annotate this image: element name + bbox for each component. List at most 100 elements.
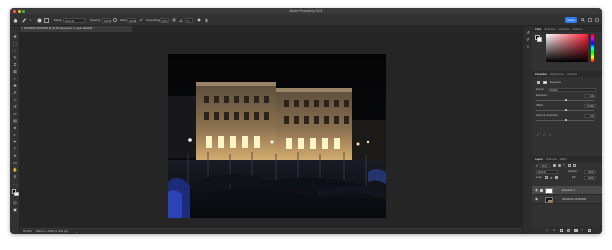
healing-brush-tool-icon[interactable]: ✚ [13,83,18,88]
layer-row-background[interactable]: ◉ 20140611-P1060300 [532,195,602,204]
rectangle-tool-icon[interactable]: ▭ [13,160,18,165]
tab-color[interactable]: Color [535,28,541,31]
angle-field[interactable]: 0° [185,17,193,23]
more-tools-icon[interactable]: … [13,181,18,186]
tab-layers[interactable]: Layers [535,158,543,161]
tab-swatches[interactable]: Swatches [544,28,555,31]
shape-filter-icon[interactable] [568,164,571,167]
layer-name[interactable]: 20140611-P1060300 [562,198,586,201]
tab-libraries[interactable]: Libraries [567,73,577,76]
tab-channels[interactable]: Channels [546,158,557,161]
symmetry-icon[interactable] [204,17,209,23]
background-color-chip[interactable] [537,37,542,42]
gamma-field[interactable]: 1.00 [584,113,596,118]
brush-icon[interactable] [21,17,27,23]
gradient-tool-icon[interactable]: ▤ [13,118,18,123]
quick-select-tool-icon[interactable]: ✎ [13,55,18,60]
brush-settings-panel-icon[interactable]: ✐ [526,37,531,42]
pressure-size-icon[interactable] [197,17,201,23]
brush-size-icon[interactable] [37,17,42,23]
color-picker-field[interactable] [546,34,588,62]
history-brush-tool-icon[interactable]: ↺ [13,104,18,109]
layer-mask-thumbnail[interactable] [545,187,553,194]
tab-properties[interactable]: Properties [535,73,547,76]
home-icon[interactable] [13,17,18,23]
tab-patterns[interactable]: Patterns [573,28,583,31]
layer-row-exposure[interactable]: ◉ Exposure 1 [532,186,602,195]
fx-icon[interactable]: fx [553,228,555,232]
brush-settings-icon[interactable] [44,17,49,23]
offset-slider[interactable] [536,109,594,112]
crop-tool-icon[interactable]: ⌗ [13,62,18,67]
clone-stamp-tool-icon[interactable]: ⊥ [13,97,18,102]
visibility-eye-icon[interactable]: ◉ [535,197,538,201]
tool-preset-dropdown[interactable]: ▾ [30,17,31,23]
delete-layer-icon[interactable] [588,228,591,232]
smoothing-field[interactable]: 10% [160,17,169,23]
screen-mode-icon[interactable]: ▣ [13,207,18,212]
new-adjustment-icon[interactable] [567,228,570,232]
quick-mask-icon[interactable]: ◎ [13,200,18,205]
lock-all-icon[interactable] [555,176,558,179]
eyedropper-white-icon[interactable]: ⁄ [550,132,551,137]
exposure-field[interactable]: 0.00 [584,93,596,98]
visibility-eye-icon[interactable]: ◉ [535,188,538,192]
hand-tool-icon[interactable]: ✋ [13,167,18,172]
dodge-tool-icon[interactable]: ◐ [13,132,18,137]
document-image[interactable] [168,54,386,218]
pen-tool-icon[interactable]: ✒ [13,139,18,144]
document-info[interactable]: 4592 px x 3448 px (240 ppi) [36,230,68,233]
eyedropper-tool-icon[interactable]: ⁄ [13,76,18,81]
airbrush-icon[interactable] [139,17,143,23]
zoom-tool-icon[interactable]: ⚲ [13,174,18,179]
pressure-opacity-icon[interactable] [113,17,117,23]
pixel-filter-icon[interactable] [553,164,556,167]
adjustment-layer-icon[interactable] [537,81,540,84]
type-tool-icon[interactable]: T [13,146,18,151]
learn-icon[interactable] [595,17,599,23]
tab-gradients[interactable]: Gradients [558,28,569,31]
search-icon[interactable] [581,17,585,23]
new-group-icon[interactable] [574,228,578,232]
opacity-field[interactable]: 100% [102,17,111,23]
fill-field[interactable]: 100% [584,175,596,180]
eyedropper-gray-icon[interactable]: ⁄ [544,132,545,137]
gamma-slider-knob[interactable] [565,119,567,122]
path-selection-tool-icon[interactable]: ➤ [13,153,18,158]
blend-mode-select[interactable]: Normal [536,169,558,174]
properties-panel-icon[interactable]: ≡ [526,44,531,49]
preset-select[interactable]: Default [548,87,596,92]
layer-mask-icon[interactable] [543,80,547,84]
workspace-icon[interactable] [588,17,592,23]
frame-tool-icon[interactable]: ⊠ [13,69,18,74]
offset-slider-knob[interactable] [565,109,567,112]
smart-object-filter-icon[interactable] [573,164,576,167]
marquee-tool-icon[interactable]: ⬚ [13,41,18,46]
status-menu-chevron-icon[interactable]: › [76,230,77,234]
blur-tool-icon[interactable]: ● [13,125,18,130]
eraser-tool-icon[interactable]: ▱ [13,111,18,116]
move-tool-icon[interactable]: ✥ [13,34,18,39]
tab-paths[interactable]: Paths [560,158,567,161]
adjustment-filter-icon[interactable] [558,164,561,167]
type-filter-icon[interactable]: T [563,163,565,167]
hue-slider[interactable] [591,34,594,62]
new-layer-icon[interactable]: + [581,228,583,232]
tab-adjustments[interactable]: Adjustments [550,73,564,76]
canvas-area[interactable] [20,32,522,228]
brush-tool-icon[interactable]: ✐ [13,90,18,95]
layer-name[interactable]: Exposure 1 [562,189,575,192]
mode-select[interactable]: Normal [63,17,85,23]
layer-filter-kind[interactable]: Kind [540,163,550,168]
add-mask-icon[interactable] [560,228,563,232]
zoom-level[interactable]: 30.24% [23,230,32,233]
offset-field[interactable]: 0.0000 [584,103,596,108]
history-panel-icon[interactable]: ↺ [526,30,531,35]
lock-position-icon[interactable]: ✥ [550,176,553,180]
exposure-slider[interactable] [536,99,594,102]
layers-opacity-field[interactable]: 100% [584,169,596,174]
layer-thumbnail[interactable] [545,196,553,203]
smoothing-settings-icon[interactable] [172,17,176,23]
flow-field[interactable]: 100% [127,17,136,23]
share-button[interactable]: Share [565,16,577,23]
